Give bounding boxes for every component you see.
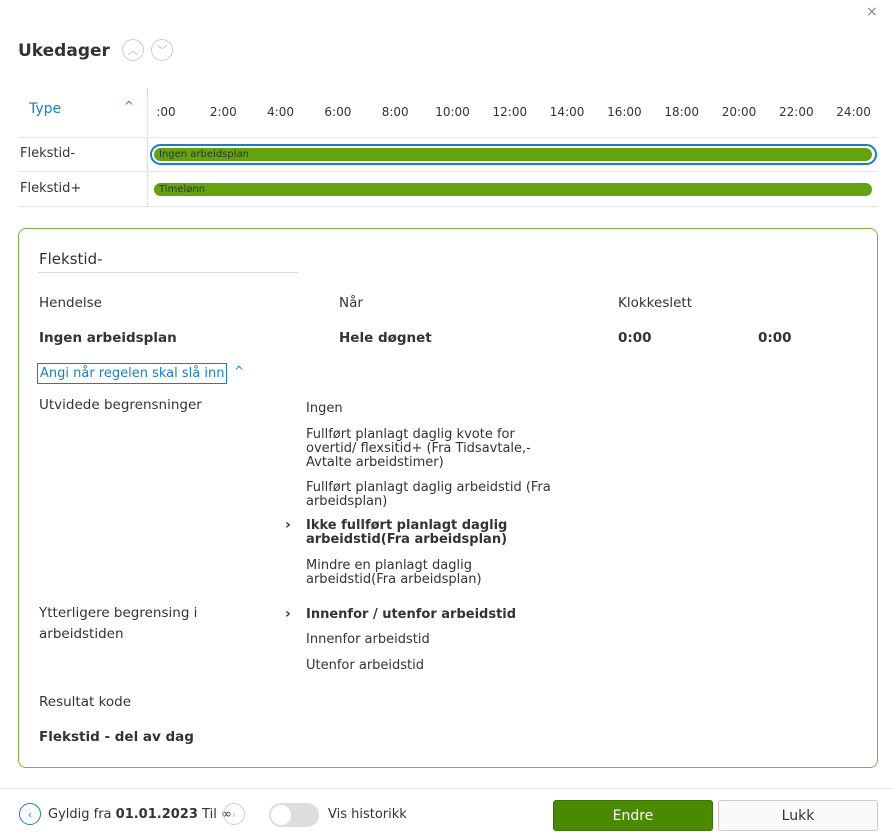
time-header: Klokkeslett (618, 295, 692, 311)
result-code-label: Resultat kode (39, 694, 132, 710)
row-label-flekstid-plus: Flekstid+ (20, 181, 82, 196)
hour-tick-label: 8:00 (381, 105, 409, 119)
chevron-right-icon: › (285, 517, 291, 533)
result-code-value: Flekstid - del av dag (39, 729, 194, 745)
row-label-flekstid-minus: Flekstid- (20, 146, 76, 161)
divider (18, 206, 878, 207)
hour-tick-label: 2:00 (209, 105, 237, 119)
next-day-button[interactable]: ﹀ (151, 39, 173, 61)
event-header: Hendelse (39, 295, 102, 311)
detail-name: Flekstid- (39, 250, 103, 268)
chevron-down-icon: ﹀ (156, 44, 168, 57)
validity: Gyldig fra 01.01.2023 Til ∞ (48, 807, 232, 822)
divider (18, 137, 878, 138)
chevron-right-icon: › (285, 606, 291, 622)
page-title: Ukedager (18, 41, 110, 61)
close-icon[interactable]: × (866, 4, 878, 20)
event-value: Ingen arbeidsplan (39, 330, 177, 346)
valid-date: 01.01.2023 (115, 807, 198, 822)
chevron-left-icon: ‹ (27, 807, 33, 821)
hour-tick-label: :00 (156, 105, 176, 119)
when-header: Når (339, 295, 363, 311)
previous-day-button[interactable]: ︿ (122, 39, 144, 61)
hour-tick-label: 14:00 (549, 105, 585, 119)
hour-tick-label: 16:00 (607, 105, 642, 119)
close-button[interactable]: Lukk (718, 800, 878, 831)
option-selected[interactable]: Innenfor / utenfor arbeidstid (306, 608, 566, 622)
edit-button[interactable]: Endre (553, 800, 713, 831)
hour-tick-label: 20:00 (721, 105, 757, 119)
valid-from-label: Gyldig fra (48, 807, 112, 822)
chevron-up-icon: ︿ (127, 44, 139, 57)
option-selected[interactable]: Ikke fullført planlagt daglig arbeidstid… (306, 519, 566, 547)
hour-tick-label: 12:00 (492, 105, 528, 119)
timeline-bar-ingen-arbeidsplan[interactable]: Ingen arbeidsplan (154, 148, 872, 161)
timeline-bar-timelonn[interactable]: Timelønn (154, 183, 872, 196)
sort-ascending-icon[interactable]: ^ (124, 99, 134, 113)
hour-tick-label: 6:00 (324, 105, 352, 119)
option[interactable]: Innenfor arbeidstid (306, 633, 566, 647)
divider (0, 788, 892, 789)
hour-tick-label: 10:00 (435, 105, 470, 119)
option[interactable]: Ingen (306, 402, 566, 416)
divider (38, 272, 298, 273)
toggle-knob (271, 805, 291, 825)
extended-restrictions-label: Utvidede begrensninger (39, 397, 202, 413)
further-restriction-label: Ytterligere begrensing i arbeidstiden (39, 605, 198, 642)
time-from: 0:00 (618, 330, 652, 346)
option[interactable]: Mindre en planlagt daglig arbeidstid(Fra… (306, 559, 566, 587)
type-column-header[interactable]: Type (29, 101, 61, 117)
hour-tick-label: 4:00 (267, 105, 295, 119)
option[interactable]: Utenfor arbeidstid (306, 659, 566, 673)
hour-tick-label: 22:00 (779, 105, 814, 119)
history-label: Vis historikk (328, 807, 407, 822)
column-divider (147, 88, 148, 206)
divider (18, 171, 878, 172)
chevron-up-icon[interactable]: ^ (234, 364, 244, 378)
previous-period-button[interactable]: ‹ (19, 803, 41, 825)
rule-trigger-link[interactable]: Angi når regelen skal slå inn (37, 363, 228, 384)
option[interactable]: Fullført planlagt daglig arbeidstid (Fra… (306, 481, 566, 509)
option[interactable]: Fullført planlagt daglig kvote for overt… (306, 428, 566, 470)
time-to: 0:00 (758, 330, 792, 346)
next-period-button[interactable]: › (223, 803, 245, 825)
hour-tick-label: 24:00 (836, 105, 871, 119)
chevron-right-icon: › (231, 807, 237, 821)
when-value: Hele døgnet (339, 330, 432, 346)
hour-tick-label: 18:00 (664, 105, 699, 119)
